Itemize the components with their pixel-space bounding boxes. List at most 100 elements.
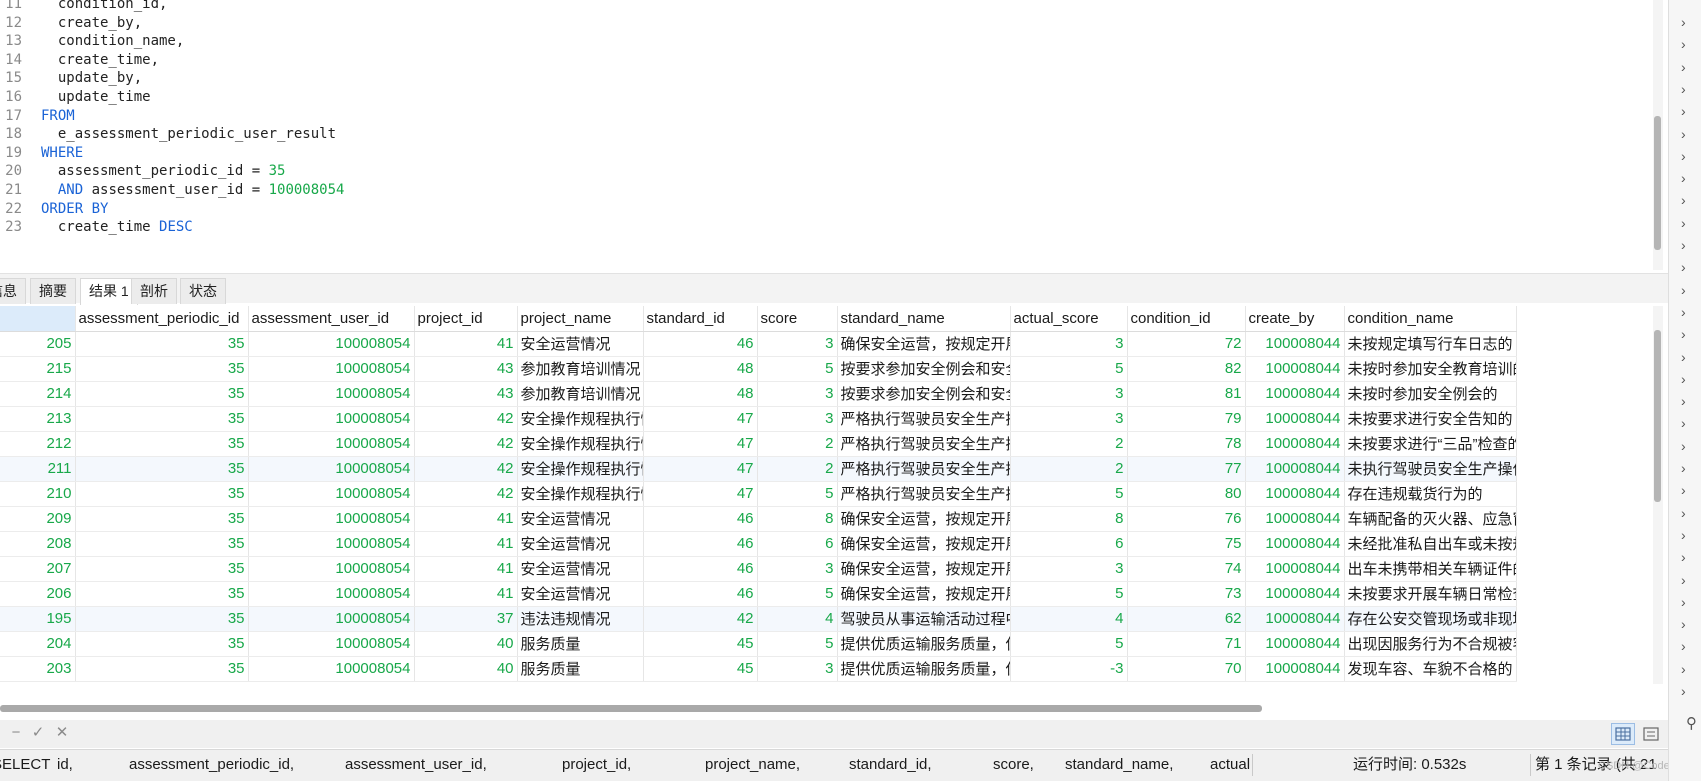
table-cell[interactable]: 100008054 bbox=[248, 631, 415, 657]
table-row[interactable]: 1953510000805437违法违规情况424驾驶员从事运输活动过程中，46… bbox=[0, 606, 1517, 632]
table-cell[interactable]: 安全运营情况 bbox=[517, 556, 644, 582]
chevron-right-icon[interactable]: › bbox=[1681, 682, 1693, 700]
table-cell[interactable]: 4 bbox=[1010, 606, 1128, 632]
search-icon[interactable]: ⚲ bbox=[1686, 714, 1697, 732]
table-cell[interactable]: 79 bbox=[1127, 406, 1246, 432]
table-cell[interactable]: 35 bbox=[75, 406, 249, 432]
column-header-assessment-periodic-id[interactable]: assessment_periodic_id bbox=[75, 306, 249, 332]
table-cell[interactable]: 74 bbox=[1127, 556, 1246, 582]
table-cell[interactable]: 按要求参加安全例会和安全教 bbox=[837, 356, 1011, 382]
table-cell[interactable]: 存在违规载货行为的 bbox=[1344, 481, 1517, 507]
table-cell[interactable]: 42 bbox=[414, 456, 518, 482]
table-row[interactable]: 2043510000805440服务质量455提供优质运输服务质量，保持5711… bbox=[0, 631, 1517, 657]
table-row[interactable]: 2103510000805442安全操作规程执行情况475严格执行驾驶员安全生产… bbox=[0, 481, 1517, 507]
table-cell[interactable]: 209 bbox=[0, 506, 76, 532]
column-header-condition-name[interactable]: condition_name bbox=[1344, 306, 1517, 332]
table-cell[interactable]: 100008044 bbox=[1245, 656, 1345, 682]
table-cell[interactable]: 100008054 bbox=[248, 556, 415, 582]
table-cell[interactable]: 2 bbox=[1010, 456, 1128, 482]
table-cell[interactable]: 100008044 bbox=[1245, 456, 1345, 482]
table-cell[interactable]: 100008044 bbox=[1245, 506, 1345, 532]
chevron-right-icon[interactable]: › bbox=[1681, 526, 1693, 544]
table-cell[interactable]: 安全运营情况 bbox=[517, 506, 644, 532]
table-cell[interactable]: 5 bbox=[1010, 581, 1128, 607]
table-cell[interactable]: 5 bbox=[1010, 356, 1128, 382]
table-cell[interactable]: 确保安全运营，按规定开展安 bbox=[837, 506, 1011, 532]
table-cell[interactable]: 47 bbox=[643, 406, 758, 432]
code-line[interactable]: 18 e_assessment_periodic_user_result bbox=[0, 124, 1640, 144]
table-cell[interactable]: 严格执行驾驶员安全生产操作 bbox=[837, 406, 1011, 432]
grid-view-icon[interactable] bbox=[1611, 723, 1635, 745]
chevron-right-icon[interactable]: › bbox=[1681, 147, 1693, 165]
tab-3[interactable]: 剖析 bbox=[131, 278, 177, 304]
table-cell[interactable]: 72 bbox=[1127, 331, 1246, 357]
table-cell[interactable]: 存在公安交管现场或非现场违 bbox=[1344, 606, 1517, 632]
table-cell[interactable]: 40 bbox=[414, 631, 518, 657]
table-cell[interactable]: 6 bbox=[757, 531, 838, 557]
table-cell[interactable]: 出车未携带相关车辆证件的 bbox=[1344, 556, 1517, 582]
table-cell[interactable]: 35 bbox=[75, 456, 249, 482]
discard-changes-icon[interactable]: ✕ bbox=[52, 723, 72, 743]
table-cell[interactable]: 按要求参加安全例会和安全教 bbox=[837, 381, 1011, 407]
table-cell[interactable]: 35 bbox=[75, 606, 249, 632]
table-cell[interactable]: 45 bbox=[643, 631, 758, 657]
table-row[interactable]: 2083510000805441安全运营情况466确保安全运营，按规定开展安67… bbox=[0, 531, 1517, 557]
table-cell[interactable]: 35 bbox=[75, 331, 249, 357]
table-cell[interactable]: 安全操作规程执行情况 bbox=[517, 456, 644, 482]
table-cell[interactable]: 驾驶员从事运输活动过程中， bbox=[837, 606, 1011, 632]
column-header-id[interactable]: id bbox=[0, 306, 76, 332]
chevron-right-icon[interactable]: › bbox=[1681, 80, 1693, 98]
table-cell[interactable]: 210 bbox=[0, 481, 76, 507]
table-cell[interactable]: 3 bbox=[1010, 381, 1128, 407]
chevron-right-icon[interactable]: › bbox=[1681, 548, 1693, 566]
table-cell[interactable]: 5 bbox=[757, 356, 838, 382]
table-cell[interactable]: 严格执行驾驶员安全生产操作 bbox=[837, 431, 1011, 457]
chevron-right-icon[interactable]: › bbox=[1681, 504, 1693, 522]
table-cell[interactable]: 提供优质运输服务质量，保持 bbox=[837, 656, 1011, 682]
table-cell[interactable]: 100008044 bbox=[1245, 406, 1345, 432]
table-cell[interactable]: 70 bbox=[1127, 656, 1246, 682]
code-line[interactable]: 12 create_by, bbox=[0, 13, 1640, 33]
table-cell[interactable]: 3 bbox=[757, 656, 838, 682]
table-cell[interactable]: 未按规定填写行车日志的 bbox=[1344, 331, 1517, 357]
table-cell[interactable]: 参加教育培训情况 bbox=[517, 381, 644, 407]
table-cell[interactable]: 8 bbox=[1010, 506, 1128, 532]
table-cell[interactable]: 安全操作规程执行情况 bbox=[517, 481, 644, 507]
table-cell[interactable]: 42 bbox=[414, 481, 518, 507]
table-cell[interactable]: 35 bbox=[75, 631, 249, 657]
table-cell[interactable]: 8 bbox=[757, 506, 838, 532]
table-cell[interactable]: 严格执行驾驶员安全生产操作 bbox=[837, 481, 1011, 507]
table-cell[interactable]: 安全运营情况 bbox=[517, 581, 644, 607]
code-line[interactable]: 14 create_time, bbox=[0, 50, 1640, 70]
chevron-right-icon[interactable]: › bbox=[1681, 370, 1693, 388]
column-header-create-by[interactable]: create_by bbox=[1245, 306, 1345, 332]
table-cell[interactable]: 100008044 bbox=[1245, 331, 1345, 357]
table-row[interactable]: 2153510000805443参加教育培训情况485按要求参加安全例会和安全教… bbox=[0, 356, 1517, 382]
table-cell[interactable]: 37 bbox=[414, 606, 518, 632]
table-cell[interactable]: 47 bbox=[643, 431, 758, 457]
table-cell[interactable]: 确保安全运营，按规定开展安 bbox=[837, 556, 1011, 582]
tab-0[interactable]: 信息 bbox=[0, 278, 26, 304]
table-cell[interactable]: 100008044 bbox=[1245, 381, 1345, 407]
table-cell[interactable]: 100008044 bbox=[1245, 431, 1345, 457]
table-cell[interactable]: 82 bbox=[1127, 356, 1246, 382]
table-cell[interactable]: 35 bbox=[75, 531, 249, 557]
table-cell[interactable]: 3 bbox=[1010, 406, 1128, 432]
table-row[interactable]: 2143510000805443参加教育培训情况483按要求参加安全例会和安全教… bbox=[0, 381, 1517, 407]
table-cell[interactable]: 5 bbox=[757, 581, 838, 607]
table-cell[interactable]: 未按时参加安全教育培训的未 bbox=[1344, 356, 1517, 382]
table-cell[interactable]: 42 bbox=[643, 606, 758, 632]
table-cell[interactable]: 100008054 bbox=[248, 406, 415, 432]
table-row[interactable]: 2033510000805440服务质量453提供优质运输服务质量，保持-370… bbox=[0, 656, 1517, 682]
table-cell[interactable]: 未按要求开展车辆日常检查的 bbox=[1344, 581, 1517, 607]
table-cell[interactable]: 211 bbox=[0, 456, 76, 482]
table-cell[interactable]: 207 bbox=[0, 556, 76, 582]
table-cell[interactable]: 78 bbox=[1127, 431, 1246, 457]
table-cell[interactable]: 严格执行驾驶员安全生产操作 bbox=[837, 456, 1011, 482]
table-cell[interactable]: 71 bbox=[1127, 631, 1246, 657]
table-cell[interactable]: 100008044 bbox=[1245, 556, 1345, 582]
table-cell[interactable]: 安全操作规程执行情况 bbox=[517, 406, 644, 432]
table-cell[interactable]: 未执行驾驶员安全生产操作规 bbox=[1344, 456, 1517, 482]
table-cell[interactable]: 确保安全运营，按规定开展安 bbox=[837, 531, 1011, 557]
apply-changes-icon[interactable]: ✓ bbox=[28, 723, 48, 743]
